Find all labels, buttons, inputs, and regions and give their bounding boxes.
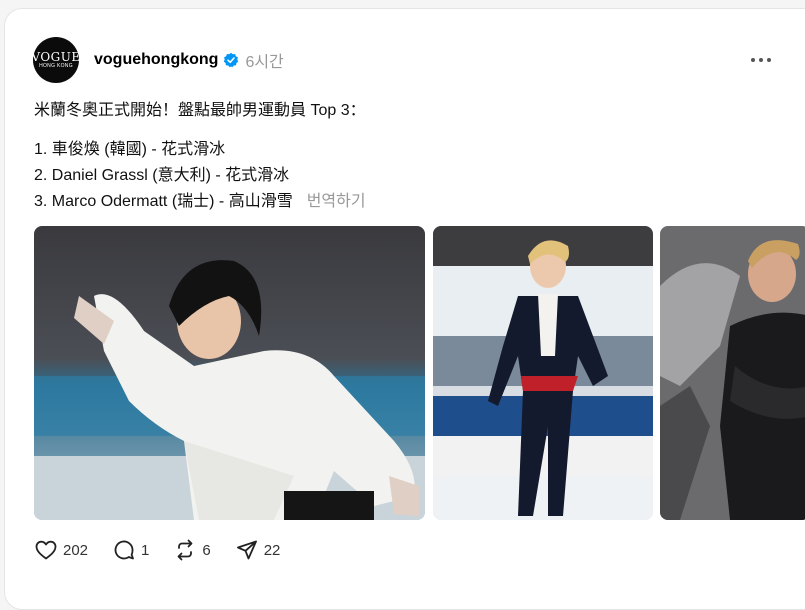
post-text-line-4: 3. Marco Odermatt (瑞士) - 高山滑雪 번역하기 bbox=[34, 192, 366, 212]
repost-count: 6 bbox=[202, 541, 211, 559]
reply-button[interactable]: 1 bbox=[112, 538, 149, 562]
comment-icon bbox=[114, 540, 134, 560]
avatar[interactable]: VOGUE HONG KONG bbox=[31, 37, 81, 83]
verified-badge-icon bbox=[223, 52, 239, 68]
post-header: voguehongkong 6시간 bbox=[94, 48, 284, 72]
avatar-logo-text: VOGUE bbox=[31, 50, 81, 64]
post-text-line-4-content: 3. Marco Odermatt (瑞士) - 高山滑雪 bbox=[34, 193, 293, 210]
like-button[interactable]: 202 bbox=[34, 538, 88, 562]
post-actions: 202 1 6 22 bbox=[34, 538, 304, 562]
share-icon bbox=[236, 540, 257, 560]
avatar-logo-subtext: HONG KONG bbox=[39, 63, 73, 69]
post-image-1[interactable] bbox=[34, 226, 425, 520]
like-count: 202 bbox=[63, 541, 89, 559]
translate-link[interactable]: 번역하기 bbox=[307, 193, 366, 210]
post-text-line-2: 1. 車俊煥 (韓國) - 花式滑冰 bbox=[34, 141, 226, 158]
share-count: 22 bbox=[263, 541, 281, 559]
username-link[interactable]: voguehongkong bbox=[94, 51, 218, 69]
post-text-line-3: 2. Daniel Grassl (意大利) - 花式滑冰 bbox=[34, 167, 290, 184]
post-timestamp[interactable]: 6시간 bbox=[245, 48, 283, 72]
repost-button[interactable]: 6 bbox=[173, 538, 211, 562]
heart-icon bbox=[35, 540, 57, 560]
share-button[interactable]: 22 bbox=[235, 538, 281, 562]
post-image-2[interactable] bbox=[433, 226, 653, 520]
repost-icon bbox=[177, 539, 193, 561]
reply-count: 1 bbox=[141, 541, 150, 559]
post-text-line-1: 米蘭冬奧正式開始！盤點最帥男運動員 Top 3： bbox=[34, 102, 366, 119]
more-icon[interactable] bbox=[751, 53, 771, 67]
post-image-3[interactable] bbox=[660, 226, 805, 520]
